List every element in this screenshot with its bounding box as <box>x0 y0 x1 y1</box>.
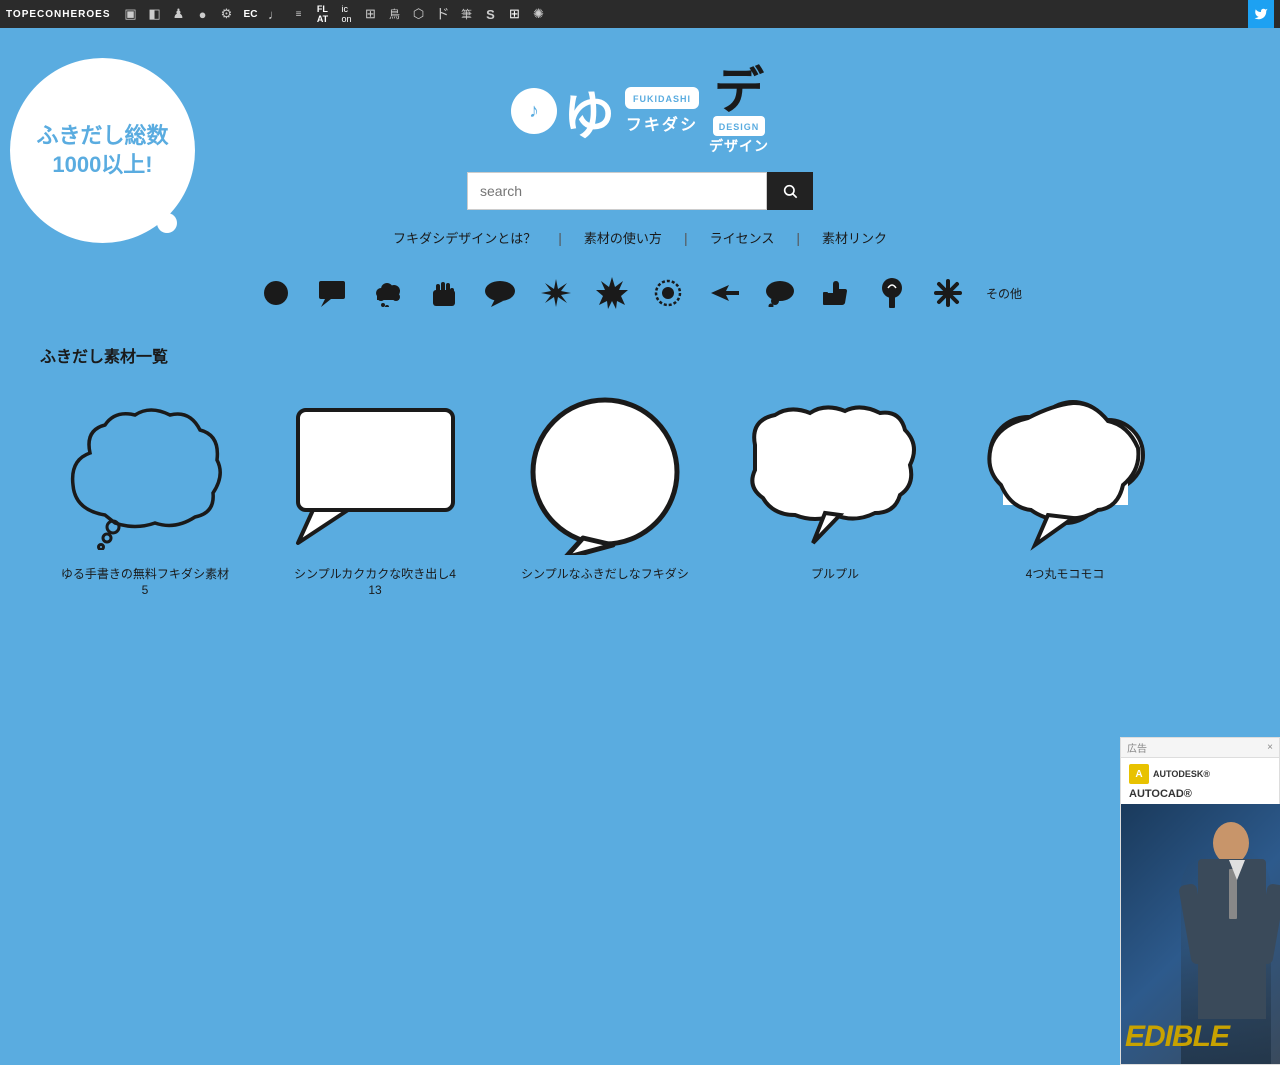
nav-icon-flat[interactable]: FLAT <box>313 4 333 24</box>
card-oval-bubble[interactable]: シンプルなふきだしなフキダシ <box>500 387 710 597</box>
card-rect-title: シンプルカクカクな吹き出し4 <box>294 565 456 583</box>
top-navigation: TOPECONHEROES ▣ ◧ ♟ ● ⚙ EC ♩ ≡ FLAT icon… <box>0 0 1280 28</box>
cat-spiky-icon[interactable] <box>594 275 630 311</box>
cat-starburst-icon[interactable] <box>538 275 574 311</box>
cat-dotted-circle-icon[interactable] <box>650 275 686 311</box>
hero-bubble: ふきだし総数 1000以上! <box>10 58 195 243</box>
cat-hand-icon[interactable] <box>426 275 462 311</box>
cat-oval-bubble-icon[interactable] <box>482 275 518 311</box>
cards-grid: ゆる手書きの無料フキダシ素材 5 シンプルカクカクな吹き出し4 13 <box>0 387 1280 597</box>
nav-icon-bird[interactable]: 鳥 <box>385 4 405 24</box>
nav-link-license[interactable]: ライセンス <box>688 228 797 247</box>
nav-link-about[interactable]: フキダシデザインとは？ <box>371 228 558 247</box>
hero-bubble-line2: 1000以上! <box>52 151 152 180</box>
cards-section: ゆる手書きの無料フキダシ素材 5 シンプルカクカクな吹き出し4 13 <box>0 387 1280 597</box>
nav-icon-sparkle[interactable]: ✺ <box>529 4 549 24</box>
card-rect-bubble-img <box>275 387 475 557</box>
card-mokomoko-title: 4つ丸モコモコ <box>1026 565 1105 583</box>
nav-link-usage[interactable]: 素材の使い方 <box>562 228 684 247</box>
cat-others-label[interactable]: その他 <box>986 285 1022 302</box>
nav-icon-figure[interactable]: ♟ <box>169 4 189 24</box>
nav-icon-grid[interactable]: ⊞ <box>361 4 381 24</box>
cat-thumbsup-icon[interactable] <box>818 275 854 311</box>
nav-link-resources[interactable]: 素材リンク <box>800 228 909 247</box>
ad-brand: AUTODESK® <box>1153 769 1210 779</box>
card-wobbly-bubble-img <box>735 387 935 557</box>
nav-icon-rect[interactable]: ◧ <box>145 4 165 24</box>
card-cloud-title: ゆる手書きの無料フキダシ素材 <box>61 565 229 583</box>
nav-icon-shape[interactable]: ▣ <box>121 4 141 24</box>
nav-icon-hex[interactable]: ⬡ <box>409 4 429 24</box>
nav-links: フキダシデザインとは？ | 素材の使い方 | ライセンス | 素材リンク <box>0 228 1280 247</box>
card-wobbly-title: プルプル <box>811 565 859 583</box>
ad-overlay-text: EDIBLE <box>1125 1020 1229 1054</box>
logo-circle-icon: ♪ <box>511 88 557 134</box>
nav-icon-do[interactable]: ド <box>433 4 453 24</box>
cat-arrow-icon[interactable] <box>706 275 742 311</box>
main-content: ふきだし総数 1000以上! ♪ ゆ FUKIDASHI フキダシ デ DESI… <box>0 28 1280 597</box>
logo-kana-yu: ゆ <box>563 74 615 149</box>
card-oval-title: シンプルなふきだしなフキダシ <box>521 565 689 583</box>
nav-icon-ec[interactable]: EC <box>241 4 261 24</box>
card-cloud-bubble-img <box>45 387 245 557</box>
card-wobbly-bubble[interactable]: プルプル <box>730 387 940 597</box>
twitter-link[interactable] <box>1248 0 1274 28</box>
ad-header: 広告 × <box>1121 738 1279 758</box>
card-cloud-bubble[interactable]: ゆる手書きの無料フキダシ素材 5 <box>40 387 250 597</box>
search-button[interactable] <box>767 172 813 210</box>
card-rect-count: 13 <box>368 583 381 597</box>
cat-rect-bubble-icon[interactable] <box>314 275 350 311</box>
ad-logo-icon: A <box>1129 764 1149 784</box>
cat-spiral-icon[interactable] <box>874 275 910 311</box>
hero-bubble-line1: ふきだし総数 <box>36 122 168 151</box>
ad-close-button[interactable]: × <box>1267 742 1273 753</box>
brand-logo[interactable]: TOPECONHEROES <box>6 9 111 20</box>
nav-icon-icon[interactable]: icon <box>337 4 357 24</box>
card-cloud-count: 5 <box>142 583 149 597</box>
cat-speech-round-icon[interactable] <box>762 275 798 311</box>
ad-logo-row: A AUTODESK® <box>1121 758 1279 788</box>
ad-product: AUTOCAD® <box>1121 788 1279 804</box>
nav-icon-music[interactable]: ♩ <box>265 4 285 24</box>
search-area <box>0 172 1280 210</box>
card-oval-bubble-img <box>505 387 705 557</box>
nav-icon-gear[interactable]: ⚙ <box>217 4 237 24</box>
logo-design-block: デ DESIGN デザイン <box>709 66 769 156</box>
logo-fukidashi-block: FUKIDASHI フキダシ <box>625 87 699 135</box>
cat-circle-icon[interactable] <box>258 275 294 311</box>
card-rect-bubble[interactable]: シンプルカクカクな吹き出し4 13 <box>270 387 480 597</box>
cat-cloud-bubble-icon[interactable] <box>370 275 406 311</box>
cat-cross-icon[interactable] <box>930 275 966 311</box>
nav-icon-grid2[interactable]: ⊞ <box>505 4 525 24</box>
nav-icon-circle[interactable]: ● <box>193 4 213 24</box>
nav-icon-brush[interactable]: 筆 <box>457 4 477 24</box>
search-input[interactable] <box>467 172 767 210</box>
ad-image[interactable]: EDIBLE <box>1121 804 1280 1064</box>
category-icons-row: その他 <box>0 275 1280 311</box>
section-title: ふきだし素材一覧 <box>40 343 1280 367</box>
ad-panel: 広告 × A AUTODESK® AUTOCAD® <box>1120 737 1280 1065</box>
card-mokomoko-bubble-img <box>965 387 1165 557</box>
nav-icon-lines[interactable]: ≡ <box>289 4 309 24</box>
nav-icon-s[interactable]: S <box>481 4 501 24</box>
card-mokomoko-bubble[interactable]: 4つ丸モコモコ <box>960 387 1170 597</box>
ad-label: 広告 <box>1127 740 1147 755</box>
